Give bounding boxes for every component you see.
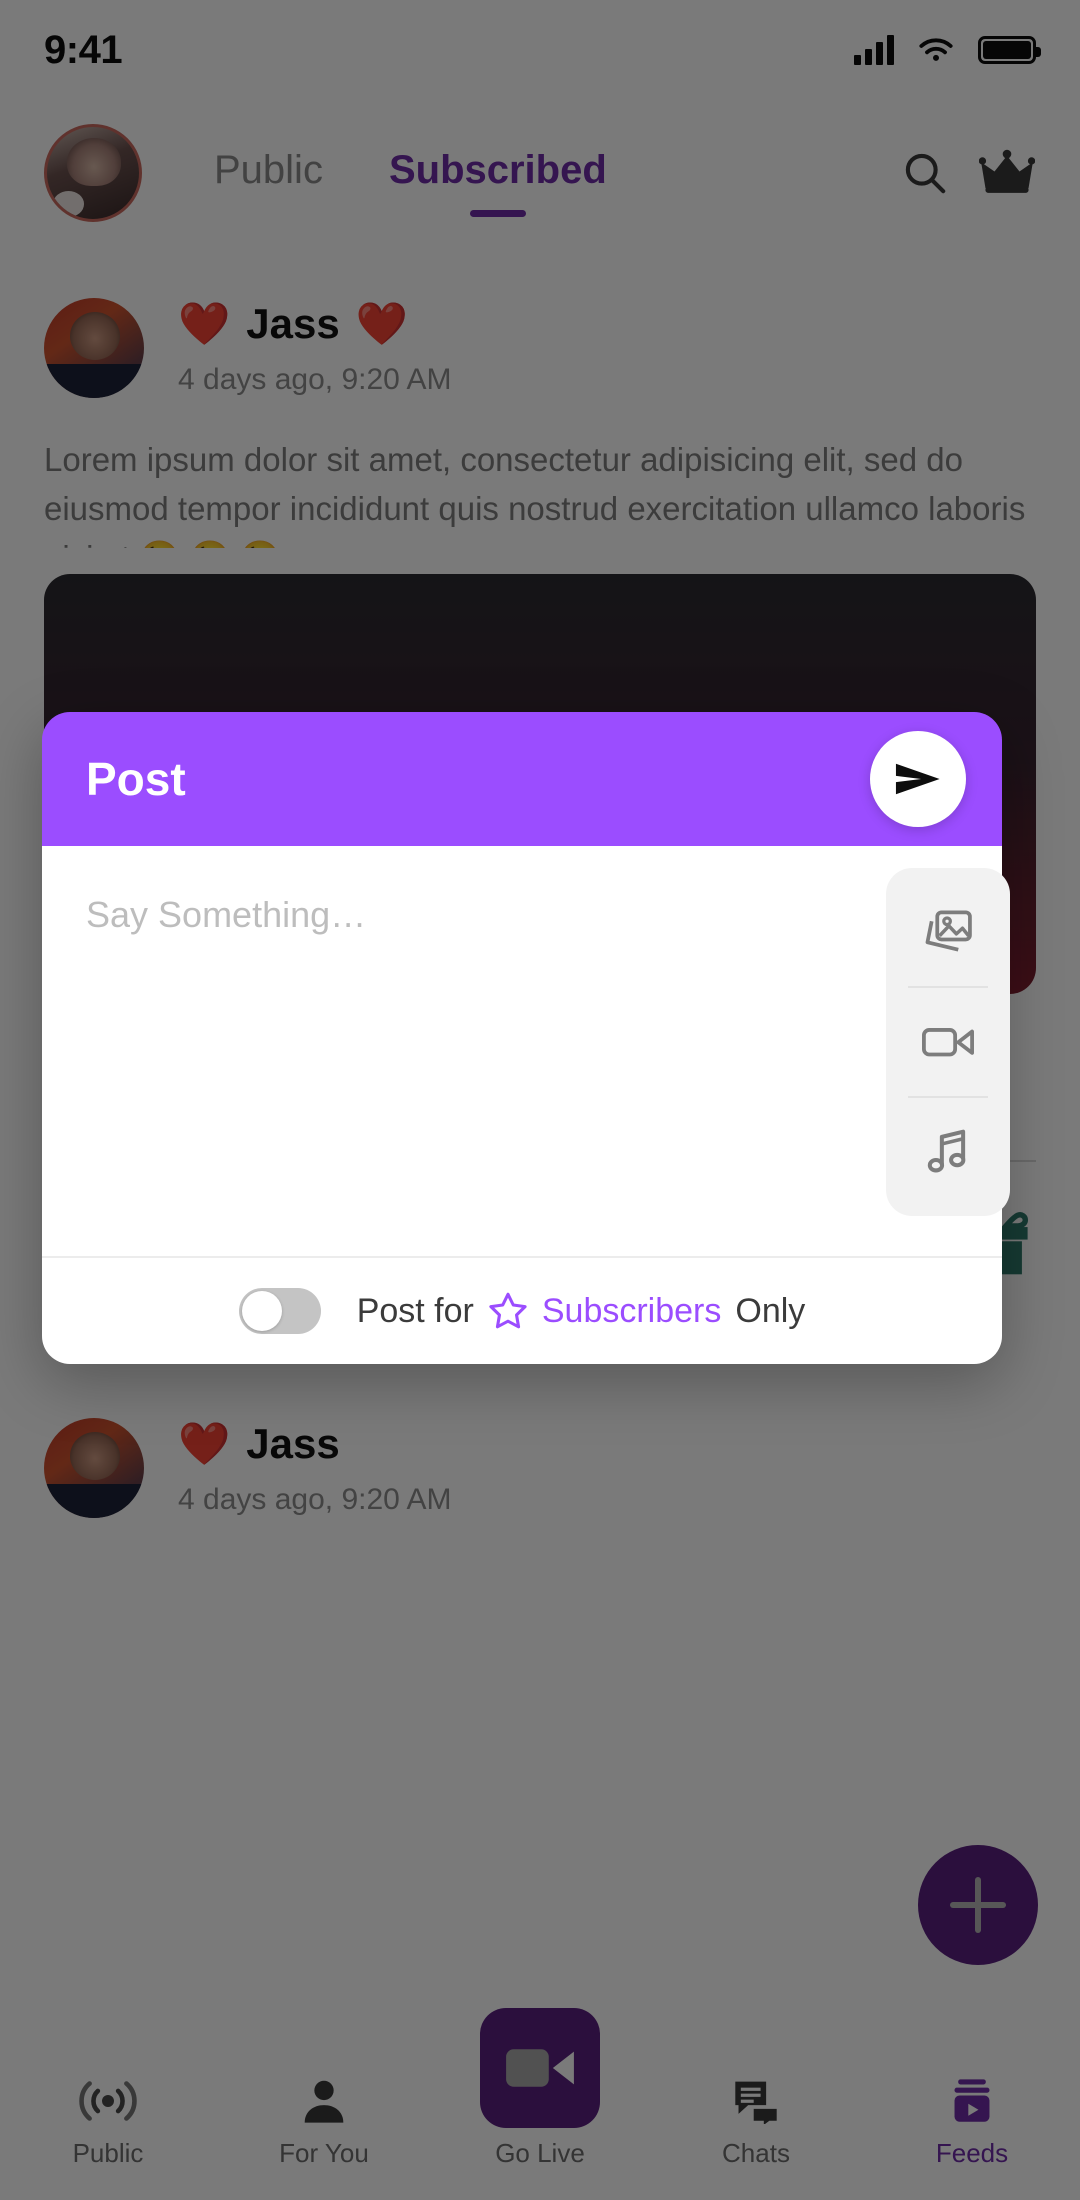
modal-footer: Post for Subscribers Only	[42, 1256, 1002, 1364]
star-icon	[489, 1292, 527, 1329]
modal-body: Say Something…	[42, 846, 1010, 1256]
modal-header: Post	[42, 712, 1002, 846]
post-composer-modal: Post Say Something… Post for Subscribers…	[42, 712, 1010, 1364]
video-icon	[922, 1028, 974, 1057]
send-button[interactable]	[870, 731, 966, 827]
media-attach-rail	[886, 868, 1010, 1216]
add-music-button[interactable]	[886, 1098, 1010, 1206]
subscribers-only-label: Post for Subscribers Only	[357, 1291, 806, 1331]
toggle-suffix-label: Only	[735, 1291, 806, 1330]
send-icon	[895, 763, 940, 795]
add-video-button[interactable]	[886, 988, 1010, 1096]
photo-icon	[925, 910, 972, 952]
compose-input[interactable]: Say Something…	[86, 894, 958, 936]
toggle-accent-label: Subscribers	[541, 1291, 722, 1330]
toggle-prefix-label: Post for	[356, 1291, 474, 1330]
add-photo-button[interactable]	[886, 878, 1010, 986]
toggle-knob	[241, 1291, 282, 1331]
modal-title: Post	[86, 753, 186, 805]
subscribers-only-toggle[interactable]	[238, 1288, 321, 1334]
music-icon	[927, 1129, 966, 1173]
